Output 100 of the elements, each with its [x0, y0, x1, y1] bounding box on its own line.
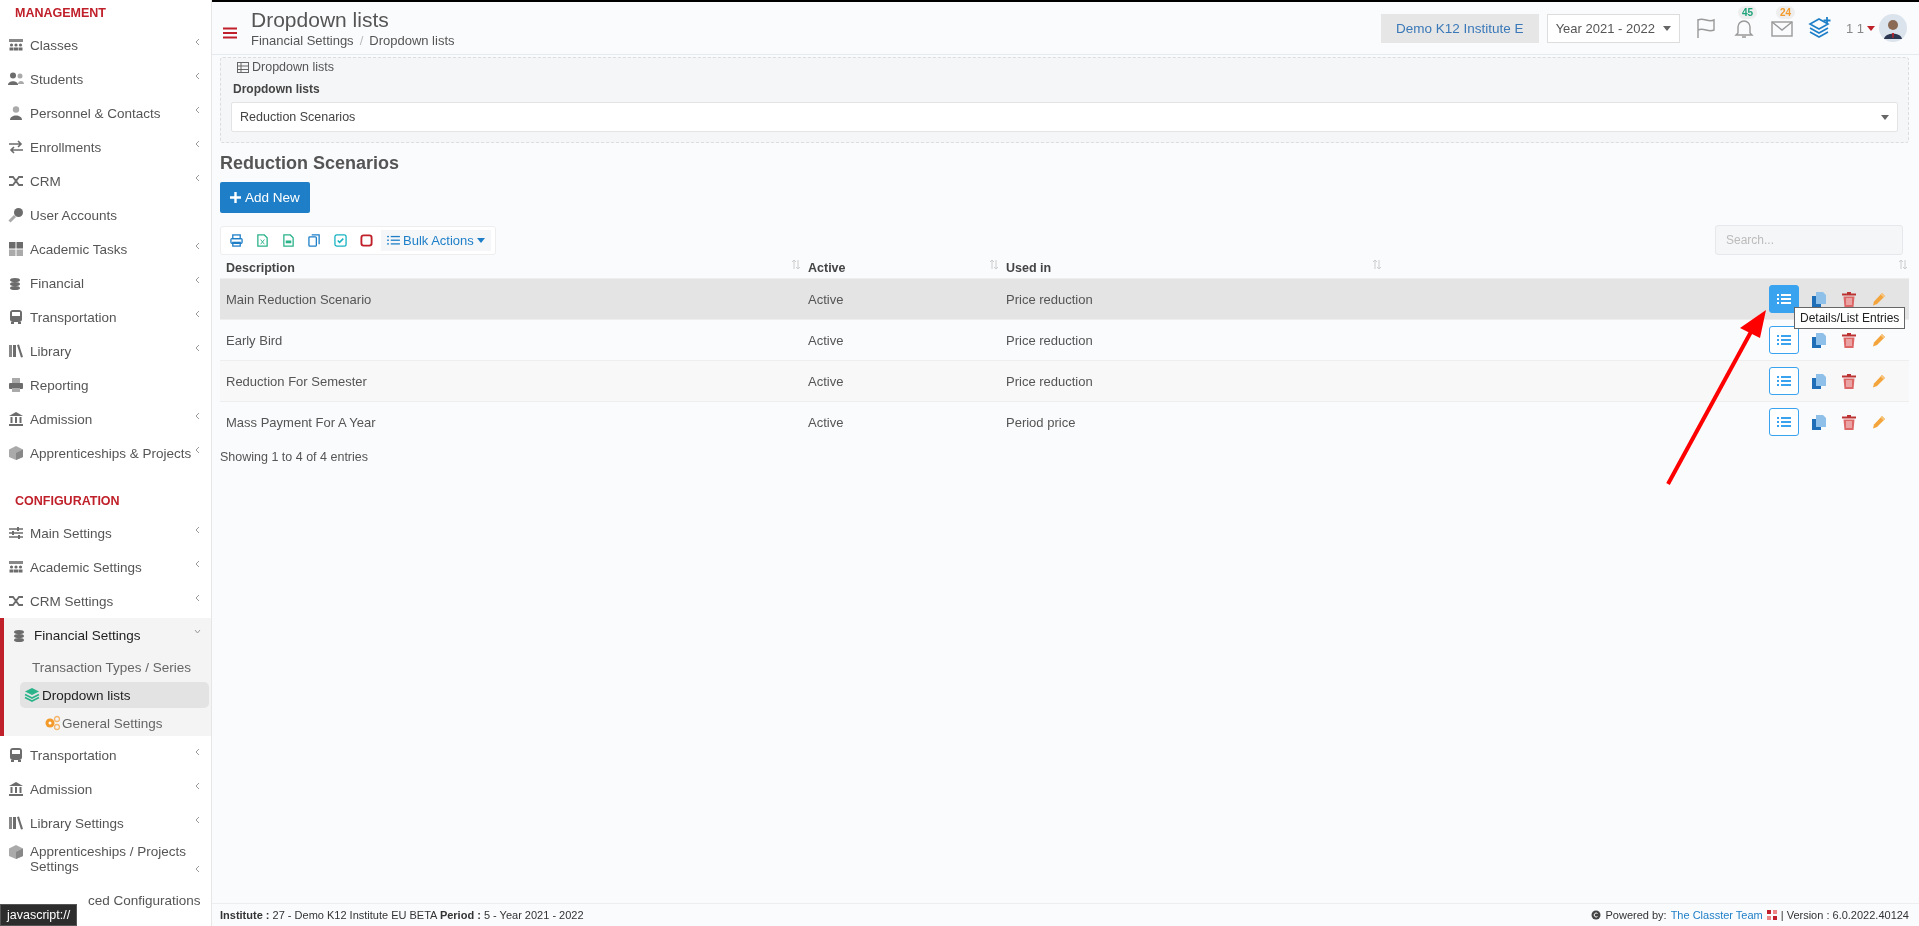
caret-icon	[1867, 25, 1875, 31]
chevron-left-icon	[194, 173, 201, 183]
cube-icon	[8, 844, 24, 860]
sort-icon[interactable]	[792, 260, 800, 269]
logo-icon	[1766, 910, 1777, 920]
sidebar-item[interactable]: CRM Settings	[0, 584, 211, 618]
sort-icon[interactable]	[1899, 260, 1907, 269]
table-row[interactable]: Mass Payment For A Year Active Period price	[220, 401, 1909, 442]
swap-arrows-icon	[8, 139, 24, 155]
list-icon	[1777, 375, 1791, 387]
bank-icon	[8, 411, 24, 427]
sidebar-item[interactable]: Financial	[0, 266, 211, 300]
sidebar-item[interactable]: Admission	[0, 772, 211, 806]
table-row[interactable]: Reduction For Semester Active Price reduction	[220, 360, 1909, 402]
chevron-left-icon	[194, 593, 201, 603]
chevron-left-icon	[194, 411, 201, 421]
tooltip: Details/List Entries	[1794, 307, 1906, 329]
table-cell: Active	[808, 414, 844, 430]
sidebar-item[interactable]: Apprenticeships & Projects	[0, 436, 211, 470]
sidebar-item[interactable]: Library Settings	[0, 806, 211, 840]
entries-info: Showing 1 to 4 of 4 entries	[220, 450, 369, 464]
column-header[interactable]: Description	[220, 257, 802, 279]
table-cell: Early Bird	[226, 332, 283, 348]
bulk-actions-button[interactable]: Bulk Actions	[381, 229, 491, 251]
printer-icon	[8, 377, 24, 393]
chevron-left-icon	[194, 309, 201, 319]
sidebar-item[interactable]: Apprenticeships / Projects Settings	[0, 840, 211, 890]
sidebar-item[interactable]: Admission	[0, 402, 211, 436]
submenu-item[interactable]: Dropdown lists	[20, 682, 209, 708]
sidebar-item[interactable]: Transportation	[0, 738, 211, 772]
bus-icon	[8, 309, 24, 325]
details-button[interactable]	[1769, 408, 1799, 436]
sidebar-item[interactable]: Academic Settings	[0, 550, 211, 584]
menu-icon[interactable]	[223, 27, 237, 39]
team-link[interactable]: The Classter Team	[1670, 909, 1763, 921]
submenu-item[interactable]: Transaction Types / Series	[20, 654, 209, 680]
breadcrumb-link[interactable]: Dropdown lists	[369, 33, 455, 48]
chevron-left-icon	[194, 139, 201, 149]
details-button[interactable]	[1769, 285, 1799, 313]
caret-icon	[476, 237, 485, 243]
copyright-icon	[1591, 910, 1602, 920]
tiles-icon	[8, 241, 24, 257]
chevron-left-icon	[194, 71, 201, 81]
group-icon	[8, 37, 24, 53]
sidebar-item[interactable]: Students	[0, 62, 211, 96]
sidebar-item[interactable]: Personnel & Contacts	[0, 96, 211, 130]
add-new-button[interactable]: Add New	[220, 182, 310, 213]
institute-button[interactable]: Demo K12 Institute E	[1381, 13, 1539, 43]
details-button[interactable]	[1769, 326, 1799, 354]
table-cell: Mass Payment For A Year	[226, 414, 376, 430]
layers-icon	[24, 687, 40, 703]
chevron-left-icon	[194, 747, 201, 757]
avatar-icon[interactable]	[1879, 14, 1907, 42]
sidebar-item[interactable]: Enrollments	[0, 130, 211, 164]
list-icon	[1777, 416, 1791, 428]
sidebar-item[interactable]: CRM	[0, 164, 211, 198]
list-icon	[1777, 334, 1791, 346]
shuffle-icon	[8, 593, 24, 609]
sort-icon[interactable]	[1373, 260, 1381, 269]
bank-icon	[8, 781, 24, 797]
sidebar-item[interactable]: Library	[0, 334, 211, 368]
books-icon	[8, 343, 24, 359]
search-field[interactable]: Search...	[1715, 225, 1903, 255]
dropdown-select[interactable]: Reduction Scenarios	[231, 102, 1898, 132]
chevron-left-icon	[194, 241, 201, 251]
gears-icon	[44, 715, 60, 731]
breadcrumb-link[interactable]: Financial Settings	[251, 33, 354, 48]
table-cell: Active	[808, 373, 844, 389]
column-header[interactable]: Active	[802, 257, 1000, 279]
table-cell: Active	[808, 332, 844, 348]
sort-icon[interactable]	[990, 260, 998, 269]
submenu-item[interactable]: General Settings	[20, 710, 209, 736]
cube-icon	[8, 445, 24, 461]
sidebar-item[interactable]: Classes	[0, 28, 211, 62]
panel-legend: Dropdown lists	[252, 60, 334, 74]
chevron-left-icon	[194, 275, 201, 285]
key-icon	[8, 207, 24, 223]
sidebar-item[interactable]: User Accounts	[0, 198, 211, 232]
sidebar-item[interactable]: Financial Settings	[4, 618, 211, 652]
users-icon	[8, 71, 24, 87]
sliders-icon	[8, 525, 24, 541]
chevron-left-icon	[194, 343, 201, 353]
table-cell: Main Reduction Scenario	[226, 291, 372, 307]
column-header[interactable]: Used in	[1000, 257, 1383, 279]
sidebar-item[interactable]: Transportation	[0, 300, 211, 334]
breadcrumb-separator: /	[359, 33, 364, 48]
year-select[interactable]: Year 2021 - 2022	[1546, 13, 1680, 43]
table-cell: Price reduction	[1006, 332, 1093, 348]
status-tooltip: javascript://	[0, 904, 78, 926]
layers-plus-icon[interactable]	[1807, 16, 1832, 40]
details-button[interactable]	[1769, 367, 1799, 395]
group-icon	[8, 559, 24, 575]
table-icon	[237, 61, 249, 73]
sidebar-item[interactable]: Academic Tasks	[0, 232, 211, 266]
chevron-left-icon	[194, 37, 201, 47]
sidebar-item[interactable]: Main Settings	[0, 516, 211, 550]
bus-icon	[8, 747, 24, 763]
person-icon	[8, 105, 24, 121]
sidebar-item[interactable]: Reporting	[0, 368, 211, 402]
chevron-left-icon	[194, 864, 201, 874]
